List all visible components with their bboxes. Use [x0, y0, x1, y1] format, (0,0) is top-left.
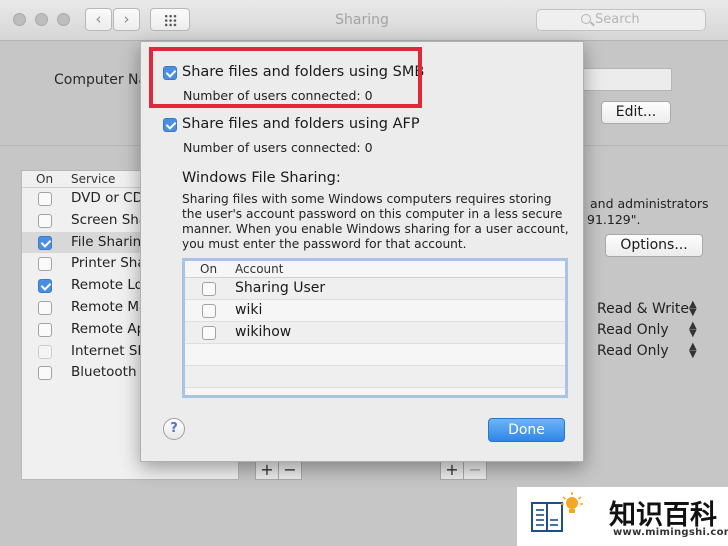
afp-users-connected: Number of users connected: 0 — [183, 140, 373, 155]
service-checkbox[interactable] — [38, 279, 52, 294]
add-user-button[interactable]: + — [440, 460, 464, 480]
back-button[interactable]: ‹ — [85, 8, 112, 31]
computer-name-label: Computer Na — [54, 72, 148, 88]
service-checkbox[interactable] — [38, 192, 52, 206]
service-checkbox[interactable] — [38, 257, 52, 272]
watermark-url: www.mimingshi.com — [613, 527, 728, 538]
service-label: Printer Sha — [71, 255, 146, 272]
close-window-button[interactable] — [13, 13, 26, 26]
show-all-button[interactable] — [150, 8, 190, 31]
zoom-window-button[interactable] — [57, 13, 70, 26]
remove-folder-button[interactable]: − — [278, 460, 302, 480]
updown-chevron-icon: ▲ ▼ — [689, 299, 697, 318]
service-checkbox[interactable] — [38, 300, 52, 315]
afp-label: Share files and folders using AFP — [182, 116, 420, 132]
options-button[interactable]: Options... — [605, 234, 703, 257]
grid-icon — [164, 14, 177, 27]
account-row[interactable]: Sharing User — [185, 278, 565, 300]
windows-file-sharing-title: Windows File Sharing: — [182, 170, 341, 186]
permission-value: Read & Write — [597, 301, 689, 317]
column-header-account: Account — [235, 262, 284, 276]
permission-popup[interactable]: Read Only ▲ ▼ — [597, 342, 697, 360]
account-name: wikihow — [235, 324, 292, 340]
lightbulb-icon — [561, 492, 583, 513]
updown-chevron-icon: ▲ ▼ — [689, 320, 697, 339]
chevron-left-icon: ‹ — [95, 10, 102, 28]
service-checkbox[interactable] — [38, 366, 52, 381]
help-button[interactable]: ? — [163, 418, 185, 440]
empty-row — [185, 366, 565, 388]
service-checkbox[interactable] — [38, 235, 52, 250]
service-checkbox[interactable] — [38, 322, 52, 337]
service-label: File Sharing — [71, 233, 150, 250]
edit-button[interactable]: Edit... — [601, 101, 671, 124]
account-checkbox[interactable] — [202, 304, 216, 318]
account-row[interactable]: wiki — [185, 300, 565, 322]
search-icon — [581, 14, 591, 24]
chevron-right-icon: › — [123, 10, 130, 28]
service-label: Remote Ma — [71, 298, 148, 315]
service-checkbox[interactable] — [38, 213, 52, 228]
account-checkbox[interactable] — [202, 282, 216, 296]
service-checkbox[interactable] — [38, 344, 52, 359]
description-line: and administrators — [590, 196, 709, 211]
description-line: 91.129". — [587, 212, 641, 227]
updown-chevron-icon: ▲ ▼ — [689, 341, 697, 360]
account-checkbox[interactable] — [202, 326, 216, 340]
column-header-service: Service — [71, 172, 116, 186]
service-label: Screen Sha — [71, 211, 148, 228]
empty-row — [185, 344, 565, 366]
minimize-window-button[interactable] — [35, 13, 48, 26]
service-label: Internet Sh — [71, 342, 147, 359]
account-table: On Account Sharing User wiki wikihow — [182, 258, 568, 398]
windows-file-sharing-description: Sharing files with some Windows computer… — [182, 192, 569, 251]
column-header-on: On — [200, 262, 218, 276]
permission-value: Read Only — [597, 322, 669, 338]
permission-popup[interactable]: Read & Write ▲ ▼ — [597, 300, 697, 318]
smb-highlight-box — [149, 47, 422, 108]
search-input[interactable]: Search — [536, 9, 706, 31]
service-label: DVD or CD — [71, 190, 144, 206]
title-bar: ‹ › Sharing Search — [0, 0, 728, 41]
window-title: Sharing — [335, 12, 389, 28]
permission-popup[interactable]: Read Only ▲ ▼ — [597, 321, 697, 339]
add-folder-button[interactable]: + — [255, 460, 279, 480]
service-description: and administrators 91.129". — [587, 196, 709, 228]
account-table-header: On Account — [185, 261, 565, 278]
account-name: Sharing User — [235, 280, 326, 296]
column-header-on: On — [36, 172, 54, 186]
service-label: Remote Lo — [71, 277, 143, 294]
permission-value: Read Only — [597, 343, 669, 359]
remove-user-button[interactable]: − — [463, 460, 487, 480]
account-row[interactable]: wikihow — [185, 322, 565, 344]
service-label: Remote Ap — [71, 320, 146, 337]
watermark: 知识百科 www.mimingshi.com — [517, 487, 728, 546]
afp-checkbox[interactable] — [163, 118, 177, 132]
done-button[interactable]: Done — [488, 418, 565, 442]
service-label: Bluetooth S — [71, 364, 150, 381]
book-icon — [531, 502, 563, 532]
forward-button[interactable]: › — [113, 8, 140, 31]
account-name: wiki — [235, 302, 263, 318]
search-placeholder: Search — [595, 12, 640, 27]
